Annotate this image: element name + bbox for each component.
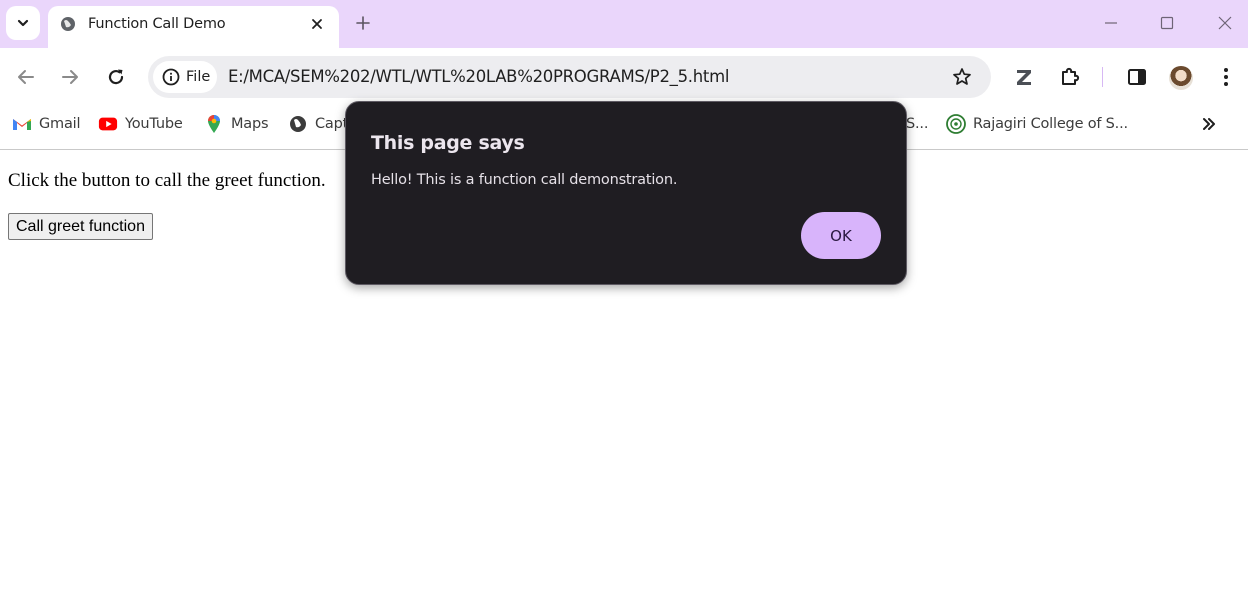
- forward-button[interactable]: [58, 65, 82, 89]
- more-bookmarks-button[interactable]: [1198, 113, 1220, 135]
- chip-label: File: [186, 69, 211, 85]
- reload-icon: [108, 69, 124, 85]
- extensions-button[interactable]: [1057, 64, 1083, 90]
- dialog-message: Hello! This is a function call demonstra…: [371, 172, 678, 188]
- profile-avatar[interactable]: [1169, 66, 1193, 90]
- minimize-icon: [1105, 22, 1117, 24]
- star-icon: [953, 68, 971, 85]
- chevron-double-right-icon: [1203, 118, 1215, 130]
- bookmark-s[interactable]: S...: [906, 114, 928, 134]
- new-tab-button[interactable]: [352, 12, 374, 34]
- tab-title: Function Call Demo: [88, 16, 226, 32]
- bookmark-rajagiri[interactable]: Rajagiri College of S...: [946, 114, 1128, 134]
- maximize-icon: [1160, 16, 1174, 30]
- toolbar: File E:/MCA/SEM%202/WTL/WTL%20LAB%20PROG…: [0, 48, 1248, 106]
- bookmark-label: YouTube: [125, 116, 183, 132]
- gmail-icon: [12, 115, 32, 133]
- chevron-down-icon: [17, 19, 29, 27]
- active-tab[interactable]: Function Call Demo: [48, 6, 339, 48]
- bookmark-gmail[interactable]: Gmail: [12, 114, 81, 134]
- tab-close-button[interactable]: [308, 15, 326, 33]
- bookmark-label: Maps: [231, 116, 269, 132]
- globe-icon: [288, 115, 308, 133]
- bookmark-maps[interactable]: Maps: [204, 114, 269, 134]
- youtube-icon: [98, 115, 118, 133]
- url-text[interactable]: E:/MCA/SEM%202/WTL/WTL%20LAB%20PROGRAMS/…: [228, 67, 729, 86]
- bookmark-label: Gmail: [39, 116, 81, 132]
- reload-button[interactable]: [104, 65, 128, 89]
- puzzle-icon: [1062, 67, 1080, 85]
- site-info-chip[interactable]: File: [153, 61, 217, 93]
- extension-z-button[interactable]: [1011, 64, 1037, 90]
- back-button[interactable]: [14, 65, 38, 89]
- instruction-text: Click the button to call the greet funct…: [8, 170, 326, 191]
- address-bar[interactable]: File E:/MCA/SEM%202/WTL/WTL%20LAB%20PROG…: [148, 56, 991, 98]
- toolbar-separator: [1102, 67, 1103, 87]
- bookmark-label: S...: [906, 116, 929, 132]
- tab-search-button[interactable]: [6, 6, 40, 40]
- window-close-button[interactable]: [1214, 12, 1236, 34]
- bookmark-youtube[interactable]: YouTube: [98, 114, 183, 134]
- arrow-right-icon: [62, 70, 78, 84]
- info-icon: [162, 68, 180, 86]
- maximize-button[interactable]: [1156, 12, 1178, 34]
- close-icon: [1218, 16, 1232, 30]
- bookmark-star-button[interactable]: [951, 66, 973, 88]
- bookmark-label: Rajagiri College of S...: [973, 116, 1128, 132]
- alert-dialog: This page says Hello! This is a function…: [345, 101, 907, 285]
- side-panel-icon: [1128, 69, 1146, 85]
- globe-icon: [61, 17, 75, 31]
- minimize-button[interactable]: [1100, 12, 1122, 34]
- menu-button[interactable]: [1213, 64, 1239, 90]
- call-greet-button[interactable]: Call greet function: [8, 213, 153, 240]
- plus-icon: [356, 16, 370, 30]
- close-icon: [312, 19, 322, 29]
- bookmark-capt[interactable]: Capt: [288, 114, 348, 134]
- side-panel-button[interactable]: [1124, 64, 1150, 90]
- bookmark-label: Capt: [315, 116, 349, 132]
- college-icon: [946, 114, 966, 134]
- tab-strip: Function Call Demo: [0, 0, 1248, 48]
- more-vertical-icon: [1224, 68, 1228, 86]
- zotero-icon: [1017, 70, 1031, 85]
- ok-button[interactable]: OK: [801, 212, 881, 259]
- maps-icon: [204, 115, 224, 133]
- dialog-title: This page says: [371, 132, 525, 154]
- arrow-left-icon: [18, 70, 34, 84]
